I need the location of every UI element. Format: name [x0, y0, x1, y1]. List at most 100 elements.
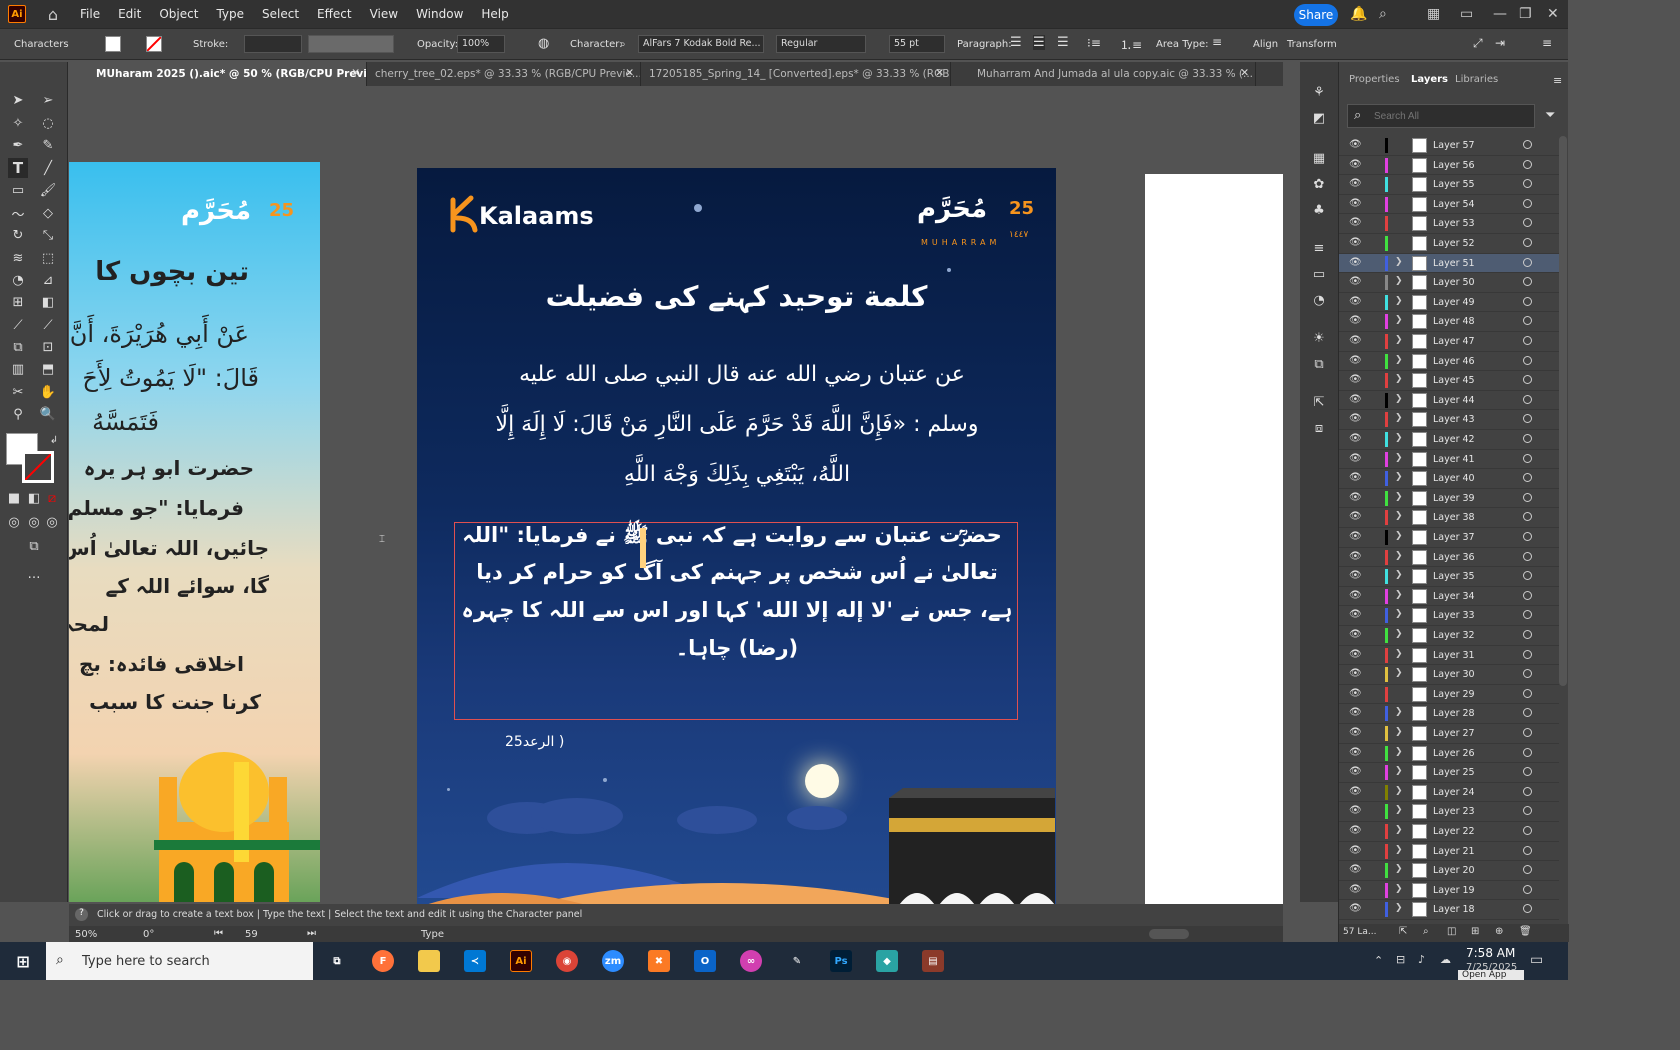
- collect-export-icon[interactable]: ⇱: [1399, 926, 1407, 937]
- menu-select[interactable]: Select: [262, 7, 299, 21]
- visibility-eye-icon[interactable]: 👁: [1349, 296, 1362, 307]
- creative-cloud-icon[interactable]: ∞: [740, 950, 762, 972]
- file-explorer-icon[interactable]: [418, 950, 440, 972]
- expand-chevron-icon[interactable]: ❯: [1395, 629, 1403, 639]
- more-tools-icon[interactable]: …: [24, 564, 44, 584]
- layer-row[interactable]: 👁 ❯ Layer 31: [1339, 646, 1559, 666]
- help-icon[interactable]: ?: [75, 908, 88, 921]
- workspace-icon[interactable]: ▦: [1427, 6, 1440, 22]
- visibility-eye-icon[interactable]: 👁: [1349, 845, 1362, 856]
- layers-search-box[interactable]: ⌕: [1347, 104, 1535, 128]
- menu-view[interactable]: View: [370, 7, 398, 21]
- curvature-icon[interactable]: ✎: [38, 135, 58, 155]
- visibility-eye-icon[interactable]: 👁: [1349, 825, 1362, 836]
- target-circle-icon[interactable]: [1523, 669, 1532, 679]
- urdu-translation-line-2[interactable]: تعالیٰ نے اُس شخص پر جہنم کی آگ کو حرام …: [457, 560, 1017, 584]
- urdu-translation-line-4[interactable]: (رضا) چاہا۔: [457, 636, 1017, 660]
- expand-chevron-icon[interactable]: ❯: [1395, 570, 1403, 580]
- align-center-icon[interactable]: ☰: [1033, 35, 1045, 50]
- expand-chevron-icon[interactable]: ❯: [1395, 864, 1403, 874]
- layer-name[interactable]: Layer 40: [1433, 473, 1475, 484]
- swap-colors-icon[interactable]: ↲: [44, 430, 64, 450]
- urdu-translation-line-1[interactable]: حضرؒت عتبان سے روایت ہے کہ نبی ﷺ نے فرما…: [457, 522, 1007, 553]
- target-circle-icon[interactable]: [1523, 179, 1532, 189]
- layer-row[interactable]: 👁 ❯ Layer 33: [1339, 606, 1559, 626]
- tab-cherry[interactable]: cherry_tree_02.eps* @ 33.33 % (RGB/CPU P…: [367, 62, 641, 86]
- expand-chevron-icon[interactable]: ❯: [1395, 472, 1403, 482]
- layer-row[interactable]: 👁 ❯ Layer 28: [1339, 704, 1559, 724]
- stroke-color-icon[interactable]: [22, 451, 54, 483]
- layer-row[interactable]: 👁 ❯ Layer 43: [1339, 410, 1559, 430]
- expand-chevron-icon[interactable]: ❯: [1395, 492, 1403, 502]
- layer-row[interactable]: 👁 ❯ Layer 35: [1339, 567, 1559, 587]
- target-circle-icon[interactable]: [1523, 316, 1532, 326]
- layer-row[interactable]: 👁 ❯ Layer 42: [1339, 430, 1559, 450]
- arrange-icon[interactable]: ▭: [1460, 6, 1473, 22]
- scale-icon[interactable]: ⤡: [38, 225, 58, 245]
- symbol-sprayer-icon[interactable]: ⊡: [38, 337, 58, 357]
- target-circle-icon[interactable]: [1523, 492, 1532, 502]
- target-circle-icon[interactable]: [1523, 786, 1532, 796]
- slice-icon[interactable]: ✂: [8, 382, 28, 402]
- layer-row[interactable]: 👁 ❯ Layer 39: [1339, 489, 1559, 509]
- visibility-eye-icon[interactable]: 👁: [1349, 492, 1362, 503]
- visibility-eye-icon[interactable]: 👁: [1349, 531, 1362, 542]
- layer-name[interactable]: Layer 54: [1433, 199, 1475, 210]
- visibility-eye-icon[interactable]: 👁: [1349, 217, 1362, 228]
- shape-builder-icon[interactable]: ◔: [8, 270, 28, 290]
- expand-chevron-icon[interactable]: ❯: [1395, 747, 1403, 757]
- target-circle-icon[interactable]: [1523, 728, 1532, 737]
- menu-window[interactable]: Window: [416, 7, 463, 21]
- zoom-level[interactable]: 50%: [75, 929, 97, 940]
- windows-start-icon[interactable]: ⊞: [12, 950, 34, 972]
- target-circle-icon[interactable]: [1523, 375, 1532, 385]
- zoom-tool-icon[interactable]: 🔍: [38, 404, 58, 424]
- expand-chevron-icon[interactable]: ❯: [1395, 825, 1403, 835]
- gradient-panel-icon[interactable]: ▭: [1309, 264, 1329, 284]
- layer-row[interactable]: 👁 ❯ Layer 41: [1339, 450, 1559, 470]
- layer-name[interactable]: Layer 36: [1433, 552, 1475, 563]
- photoshop-icon[interactable]: Ps: [830, 950, 852, 972]
- visibility-eye-icon[interactable]: 👁: [1349, 394, 1362, 405]
- color-mode-icon[interactable]: ■: [4, 488, 24, 508]
- transform-link[interactable]: Transform: [1287, 39, 1337, 50]
- visibility-eye-icon[interactable]: 👁: [1349, 433, 1362, 444]
- layer-row[interactable]: 👁 ❯ Layer 30: [1339, 665, 1559, 685]
- close-tab-icon[interactable]: ✕: [935, 67, 944, 79]
- layer-row[interactable]: 👁 ❯ Layer 23: [1339, 802, 1559, 822]
- close-tab-icon[interactable]: ✕: [1240, 67, 1249, 79]
- target-circle-icon[interactable]: [1523, 865, 1532, 875]
- target-circle-icon[interactable]: [1523, 414, 1532, 424]
- warp-icon[interactable]: ≋: [8, 248, 28, 268]
- target-circle-icon[interactable]: [1523, 826, 1532, 835]
- layer-name[interactable]: Layer 22: [1433, 826, 1475, 837]
- layer-name[interactable]: Layer 42: [1433, 434, 1475, 445]
- layer-row[interactable]: 👁 ❯ Layer 48: [1339, 312, 1559, 332]
- direct-selection-tool-icon[interactable]: ➢: [38, 90, 58, 110]
- target-circle-icon[interactable]: [1523, 140, 1532, 149]
- target-circle-icon[interactable]: [1523, 473, 1532, 483]
- tab-muharam[interactable]: MUharam 2025 ().aic* @ 50 % (RGB/CPU Pre…: [70, 62, 367, 86]
- target-circle-icon[interactable]: [1523, 688, 1532, 698]
- panel-menu-icon[interactable]: ≡: [1553, 74, 1562, 87]
- expand-chevron-icon[interactable]: ❯: [1395, 355, 1403, 365]
- next-artboard-icon[interactable]: ⏭: [307, 928, 316, 939]
- type-tool-icon[interactable]: T: [8, 158, 28, 178]
- task-view-icon[interactable]: ⧉: [326, 950, 348, 972]
- layer-row[interactable]: 👁 ❯ Layer 46: [1339, 352, 1559, 372]
- layer-name[interactable]: Layer 24: [1433, 787, 1475, 798]
- visibility-eye-icon[interactable]: 👁: [1349, 903, 1362, 914]
- layer-row[interactable]: 👁 Layer 54: [1339, 195, 1559, 215]
- visibility-eye-icon[interactable]: 👁: [1349, 511, 1362, 522]
- visibility-eye-icon[interactable]: 👁: [1349, 257, 1362, 268]
- new-layer-icon[interactable]: ⊕: [1495, 926, 1503, 937]
- measure-icon[interactable]: ⟋: [38, 315, 58, 335]
- expand-chevron-icon[interactable]: ❯: [1395, 511, 1403, 521]
- layer-row[interactable]: 👁 ❯ Layer 40: [1339, 469, 1559, 489]
- layer-name[interactable]: Layer 45: [1433, 375, 1475, 386]
- locate-object-icon[interactable]: ⌕: [1423, 926, 1429, 937]
- tab-layers[interactable]: Layers: [1411, 74, 1448, 85]
- layer-row[interactable]: 👁 ❯ Layer 18: [1339, 900, 1559, 920]
- visibility-eye-icon[interactable]: 👁: [1349, 707, 1362, 718]
- font-search-icon[interactable]: ⌕: [620, 39, 626, 50]
